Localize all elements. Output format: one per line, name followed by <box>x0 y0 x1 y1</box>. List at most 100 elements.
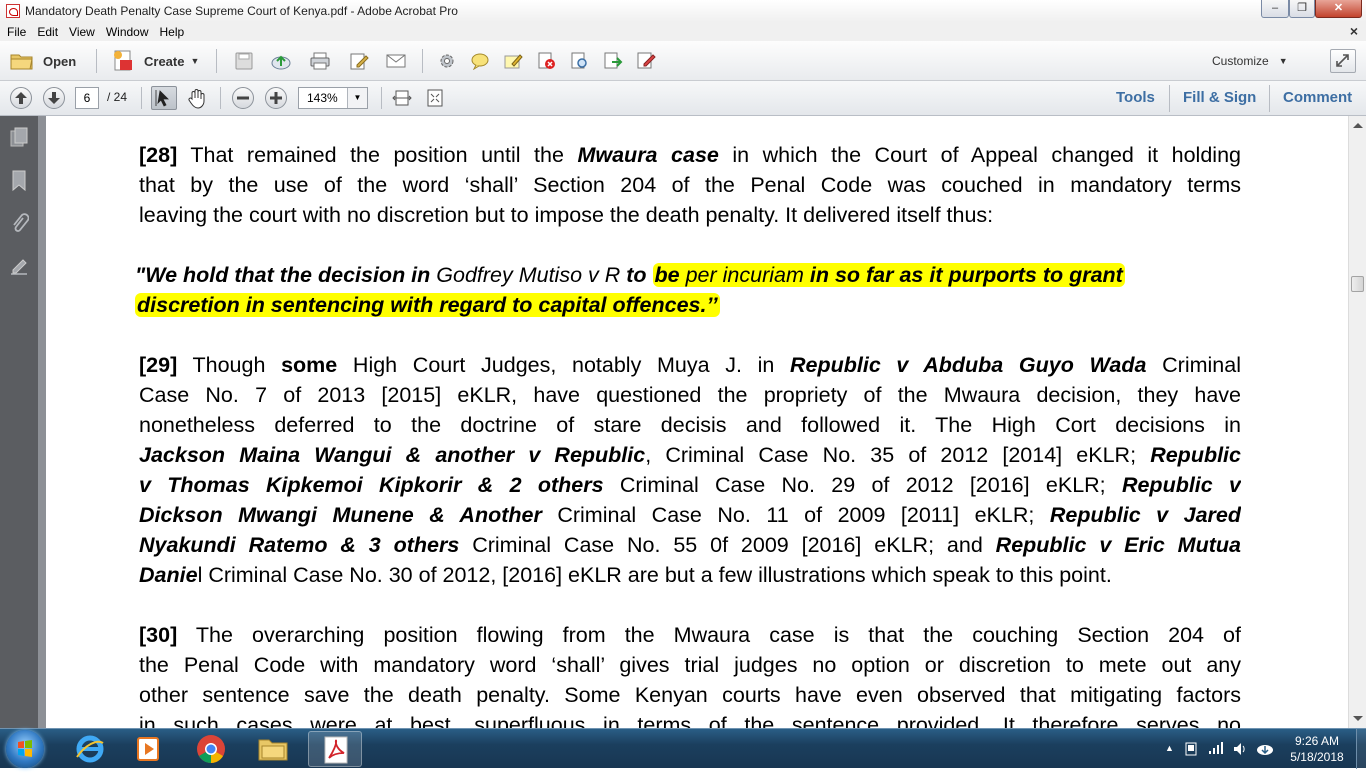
sign-document-icon[interactable] <box>636 52 656 70</box>
text-line: "We hold that the decision in Godfrey Mu… <box>135 263 1125 287</box>
clock-time: 9:26 AM <box>1294 734 1340 748</box>
start-button[interactable] <box>6 730 44 768</box>
menu-window[interactable]: Window <box>102 25 153 39</box>
zoom-out-button[interactable] <box>232 87 254 109</box>
page-thumbnails-icon[interactable] <box>9 126 29 150</box>
bookmark-icon[interactable] <box>9 169 29 193</box>
page-number-input[interactable]: 6 <box>75 87 99 109</box>
select-tool-button[interactable] <box>151 86 177 110</box>
internet-explorer-icon <box>76 735 104 763</box>
comment-bubble-icon[interactable] <box>470 52 490 70</box>
text-line: other sentence save the death penalty. S… <box>139 683 1241 707</box>
separator <box>220 87 221 109</box>
taskbar-media-player[interactable] <box>121 731 175 767</box>
menu-file[interactable]: File <box>3 25 30 39</box>
separator <box>1269 85 1270 112</box>
separator <box>96 49 97 73</box>
scroll-up-icon[interactable] <box>1353 123 1363 128</box>
email-icon[interactable] <box>386 52 406 70</box>
window-title: Mandatory Death Penalty Case Supreme Cou… <box>25 4 458 18</box>
case-name: Mwaura case <box>577 143 719 167</box>
search-document-icon[interactable] <box>570 52 590 70</box>
highlight-pen-icon[interactable] <box>503 52 523 70</box>
menu-help[interactable]: Help <box>156 25 189 39</box>
case-name: Republic v Abduba Guyo Wada <box>789 353 1147 377</box>
device-icon[interactable] <box>1184 741 1198 757</box>
scrollbar-thumb[interactable] <box>1351 276 1364 292</box>
paperclip-icon[interactable] <box>9 212 29 236</box>
taskbar-file-explorer[interactable] <box>246 731 300 767</box>
paragraph-29: [29] Though some High Court Judges, nota… <box>139 350 1241 590</box>
signature-pen-icon[interactable] <box>9 256 29 280</box>
menu-bar: File Edit View Window Help × <box>0 22 1366 41</box>
volume-icon[interactable] <box>1232 741 1248 757</box>
hand-tool-icon[interactable] <box>186 87 208 109</box>
zoom-level-select[interactable]: 143% ▼ <box>298 87 368 109</box>
export-icon[interactable] <box>603 52 623 70</box>
tools-pane-tab[interactable]: Tools <box>1116 89 1155 106</box>
folder-icon <box>10 54 33 70</box>
taskbar-internet-explorer[interactable] <box>63 731 117 767</box>
next-page-button[interactable] <box>43 87 65 109</box>
show-hidden-icons-icon[interactable]: ▲ <box>1165 743 1174 753</box>
create-button[interactable]: Create ▼ <box>112 48 199 74</box>
save-icon[interactable] <box>234 52 254 70</box>
vertical-scrollbar[interactable] <box>1348 116 1366 728</box>
case-name: Republic v Eric Mutua <box>995 533 1241 557</box>
separator <box>216 49 217 73</box>
arrow-up-icon <box>15 92 27 104</box>
case-name: Republic <box>1150 443 1241 467</box>
close-window-button[interactable]: ✕ <box>1315 0 1362 18</box>
delete-page-icon[interactable] <box>537 52 557 70</box>
text-line: discretion in sentencing with regard to … <box>135 290 1245 320</box>
cloud-upload-icon[interactable] <box>271 52 291 70</box>
open-button[interactable]: Open <box>10 48 76 74</box>
acrobat-icon <box>324 736 348 764</box>
case-name: Nyakundi Ratemo & 3 others <box>139 533 460 557</box>
case-name: Danie <box>139 563 198 587</box>
title-bar: Mandatory Death Penalty Case Supreme Cou… <box>0 0 1366 22</box>
text-line: Daniel Criminal Case No. 30 of 2012, [20… <box>139 563 1112 587</box>
case-name: v Thomas Kipkemoi Kipkorir & 2 others <box>139 473 604 497</box>
fit-width-icon[interactable] <box>392 88 412 108</box>
pane-splitter[interactable] <box>38 116 46 728</box>
media-player-icon <box>137 737 159 761</box>
network-signal-icon[interactable] <box>1208 741 1224 755</box>
taskbar-adobe-acrobat[interactable] <box>308 731 362 767</box>
previous-page-button[interactable] <box>10 87 32 109</box>
close-document-icon[interactable]: × <box>1350 23 1358 39</box>
system-clock[interactable]: 9:26 AM 5/18/2018 <box>1282 733 1352 765</box>
cloud-sync-icon[interactable] <box>1256 741 1274 757</box>
minimize-button[interactable]: – <box>1261 0 1289 18</box>
highlighted-text: be per incuriam in so far as it purports… <box>652 263 1125 287</box>
text-line: [30] The overarching position flowing fr… <box>139 623 1241 647</box>
comment-pane-tab[interactable]: Comment <box>1283 89 1352 106</box>
highlighted-text: discretion in sentencing with regard to … <box>135 293 720 317</box>
edit-document-icon[interactable] <box>349 52 369 70</box>
text-line: that by the use of the word ‘shall’ Sect… <box>139 173 1241 197</box>
scroll-down-icon[interactable] <box>1353 716 1363 721</box>
expand-icon[interactable] <box>1330 49 1356 73</box>
document-page: [28] That remained the position until th… <box>46 116 1348 728</box>
case-name: Republic v Jared <box>1049 503 1241 527</box>
gear-icon[interactable] <box>437 52 457 70</box>
taskbar-chrome[interactable] <box>184 731 238 767</box>
show-desktop-button[interactable] <box>1356 729 1366 769</box>
print-icon[interactable] <box>310 52 330 70</box>
text-line: nonetheless deferred to the doctrine of … <box>139 413 1241 437</box>
cursor-icon <box>155 90 169 107</box>
zoom-in-button[interactable] <box>265 87 287 109</box>
text-line: v Thomas Kipkemoi Kipkorir & 2 others Cr… <box>139 473 1241 497</box>
fit-page-icon[interactable] <box>425 88 445 108</box>
arrow-down-icon <box>48 92 60 104</box>
folder-icon <box>258 739 288 761</box>
menu-view[interactable]: View <box>65 25 99 39</box>
customize-dropdown[interactable]: Customize ▼ <box>1212 48 1288 74</box>
quotation: "We hold that the decision in Godfrey Mu… <box>135 260 1245 320</box>
maximize-button[interactable]: ❐ <box>1289 0 1315 18</box>
fill-sign-pane-tab[interactable]: Fill & Sign <box>1183 89 1256 106</box>
main-toolbar: Open Create ▼ Customize ▼ <box>0 41 1366 81</box>
text-line: Case No. 7 of 2013 [2015] eKLR, have que… <box>139 383 1241 407</box>
text-line: the Penal Code with mandatory word ‘shal… <box>139 653 1241 677</box>
menu-edit[interactable]: Edit <box>33 25 62 39</box>
